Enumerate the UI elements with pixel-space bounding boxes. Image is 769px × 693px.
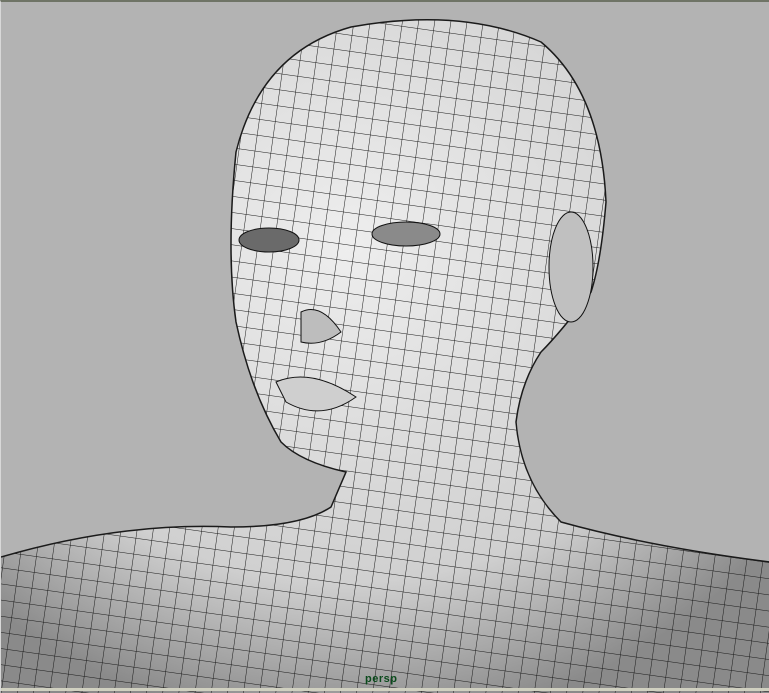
ear — [548, 211, 594, 323]
mesh-surface — [1, 19, 769, 693]
camera-label: persp — [365, 673, 398, 685]
left-eye — [238, 227, 300, 253]
perspective-viewport[interactable]: persp — [0, 0, 769, 693]
polygon-head-mesh[interactable] — [1, 2, 769, 693]
right-eye — [371, 221, 441, 247]
